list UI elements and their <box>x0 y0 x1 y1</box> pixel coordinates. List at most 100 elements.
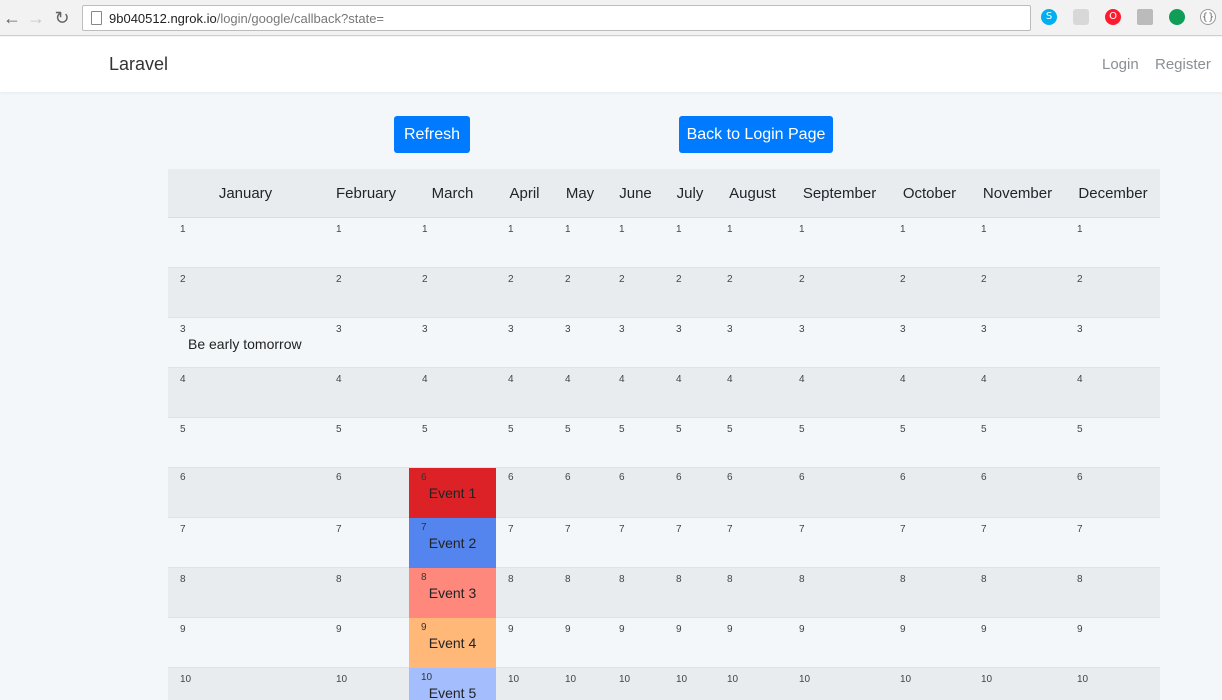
day-number: 2 <box>727 274 733 285</box>
day-number: 7 <box>565 524 571 535</box>
day-number: 6 <box>981 472 987 483</box>
event-title: Event 5 <box>428 685 477 700</box>
page-icon <box>91 11 102 25</box>
day-number: 8 <box>676 574 682 585</box>
day-number: 3 <box>676 324 682 335</box>
brand-link[interactable]: Laravel <box>109 54 168 75</box>
day-number: 6 <box>1077 472 1083 483</box>
day-number: 4 <box>676 374 682 385</box>
day-number: 6 <box>336 472 342 483</box>
month-header-december: December <box>1078 185 1148 202</box>
reload-icon[interactable]: ↻ <box>52 8 72 28</box>
day-number: 5 <box>981 424 987 435</box>
day-number: 8 <box>799 574 805 585</box>
day-number: 10 <box>799 674 811 685</box>
day-number: 4 <box>336 374 342 385</box>
day-number: 10 <box>565 674 577 685</box>
calendar-note: Be early tomorrow <box>188 336 302 352</box>
calendar-row: 2 2 2 2 2 2 2 2 2 2 2 2 <box>168 268 1160 318</box>
day-number: 3 <box>619 324 625 335</box>
day-number: 7 <box>676 524 682 535</box>
month-header-october: October <box>902 185 957 202</box>
day-number: 10 <box>900 674 912 685</box>
day-number: 5 <box>619 424 625 435</box>
browser-toolbar: ← → ↻ 9b040512.ngrok.io/login/google/cal… <box>0 0 1222 36</box>
day-number: 10 <box>421 672 433 683</box>
day-number: 4 <box>1077 374 1083 385</box>
day-number: 3 <box>1077 324 1083 335</box>
day-number: 10 <box>180 674 192 685</box>
day-number: 1 <box>619 224 625 235</box>
day-number: 9 <box>565 624 571 635</box>
event-cell[interactable]: 6 Event 1 <box>409 468 496 518</box>
day-number: 8 <box>336 574 342 585</box>
day-number: 5 <box>180 424 186 435</box>
calendar-row: 1 1 1 1 1 1 1 1 1 1 1 1 <box>168 218 1160 268</box>
back-to-login-button[interactable]: Back to Login Page <box>679 116 833 153</box>
event-cell[interactable]: 8 Event 3 <box>409 568 496 618</box>
day-number: 10 <box>619 674 631 685</box>
day-number: 9 <box>676 624 682 635</box>
day-number: 9 <box>981 624 987 635</box>
day-number: 8 <box>421 572 427 583</box>
calendar-row: 6 6 6 Event 1666666666 <box>168 468 1160 518</box>
register-link[interactable]: Register <box>1155 56 1211 73</box>
month-header-february: February <box>335 185 397 202</box>
day-number: 9 <box>508 624 514 635</box>
month-header-march: March <box>431 185 474 202</box>
day-number: 9 <box>727 624 733 635</box>
day-number: 3 <box>799 324 805 335</box>
day-number: 4 <box>508 374 514 385</box>
login-link[interactable]: Login <box>1102 56 1139 73</box>
opera-extension-icon[interactable]: O <box>1105 9 1121 25</box>
event-cell[interactable]: 9 Event 4 <box>409 618 496 668</box>
event-cell[interactable]: 7 Event 2 <box>409 518 496 568</box>
skype-extension-icon[interactable]: S <box>1041 9 1057 25</box>
event-cell[interactable]: 10 Event 5 <box>409 668 496 700</box>
day-number: 1 <box>508 224 514 235</box>
day-number: 4 <box>619 374 625 385</box>
day-number: 3 <box>180 324 186 335</box>
day-number: 7 <box>1077 524 1083 535</box>
month-header-september: September <box>802 185 877 202</box>
day-number: 7 <box>421 522 427 533</box>
day-number: 5 <box>727 424 733 435</box>
clipboard-extension-icon[interactable] <box>1137 9 1153 25</box>
day-number: 2 <box>508 274 514 285</box>
day-number: 4 <box>727 374 733 385</box>
calendar-row: 9 9 9 Event 4999999999 <box>168 618 1160 668</box>
event-title: Event 4 <box>428 635 477 651</box>
refresh-button[interactable]: Refresh <box>394 116 470 153</box>
day-number: 6 <box>799 472 805 483</box>
address-bar[interactable]: 9b040512.ngrok.io/login/google/callback?… <box>82 5 1031 31</box>
day-number: 4 <box>422 374 428 385</box>
back-arrow-icon[interactable]: ← <box>2 8 22 28</box>
day-number: 1 <box>981 224 987 235</box>
forward-arrow-icon[interactable]: → <box>26 8 46 28</box>
day-number: 3 <box>727 324 733 335</box>
day-number: 9 <box>799 624 805 635</box>
day-number: 3 <box>422 324 428 335</box>
json-extension-icon[interactable]: {} <box>1200 9 1216 25</box>
calendar-row: 7 7 7 Event 2777777777 <box>168 518 1160 568</box>
day-number: 9 <box>336 624 342 635</box>
day-number: 1 <box>336 224 342 235</box>
event-title: Event 3 <box>428 585 477 601</box>
address-url: 9b040512.ngrok.io/login/google/callback?… <box>109 11 385 26</box>
day-number: 2 <box>422 274 428 285</box>
event-title: Event 1 <box>428 485 477 501</box>
day-number: 1 <box>799 224 805 235</box>
month-header-june: June <box>619 185 652 202</box>
day-number: 9 <box>421 622 427 633</box>
maps-extension-icon[interactable] <box>1169 9 1185 25</box>
day-number: 7 <box>981 524 987 535</box>
day-number: 5 <box>676 424 682 435</box>
day-number: 6 <box>619 472 625 483</box>
day-number: 9 <box>619 624 625 635</box>
month-header-january: January <box>218 185 273 202</box>
day-number: 6 <box>180 472 186 483</box>
extension-icon[interactable] <box>1073 9 1089 25</box>
day-number: 6 <box>508 472 514 483</box>
day-number: 6 <box>676 472 682 483</box>
day-number: 3 <box>336 324 342 335</box>
